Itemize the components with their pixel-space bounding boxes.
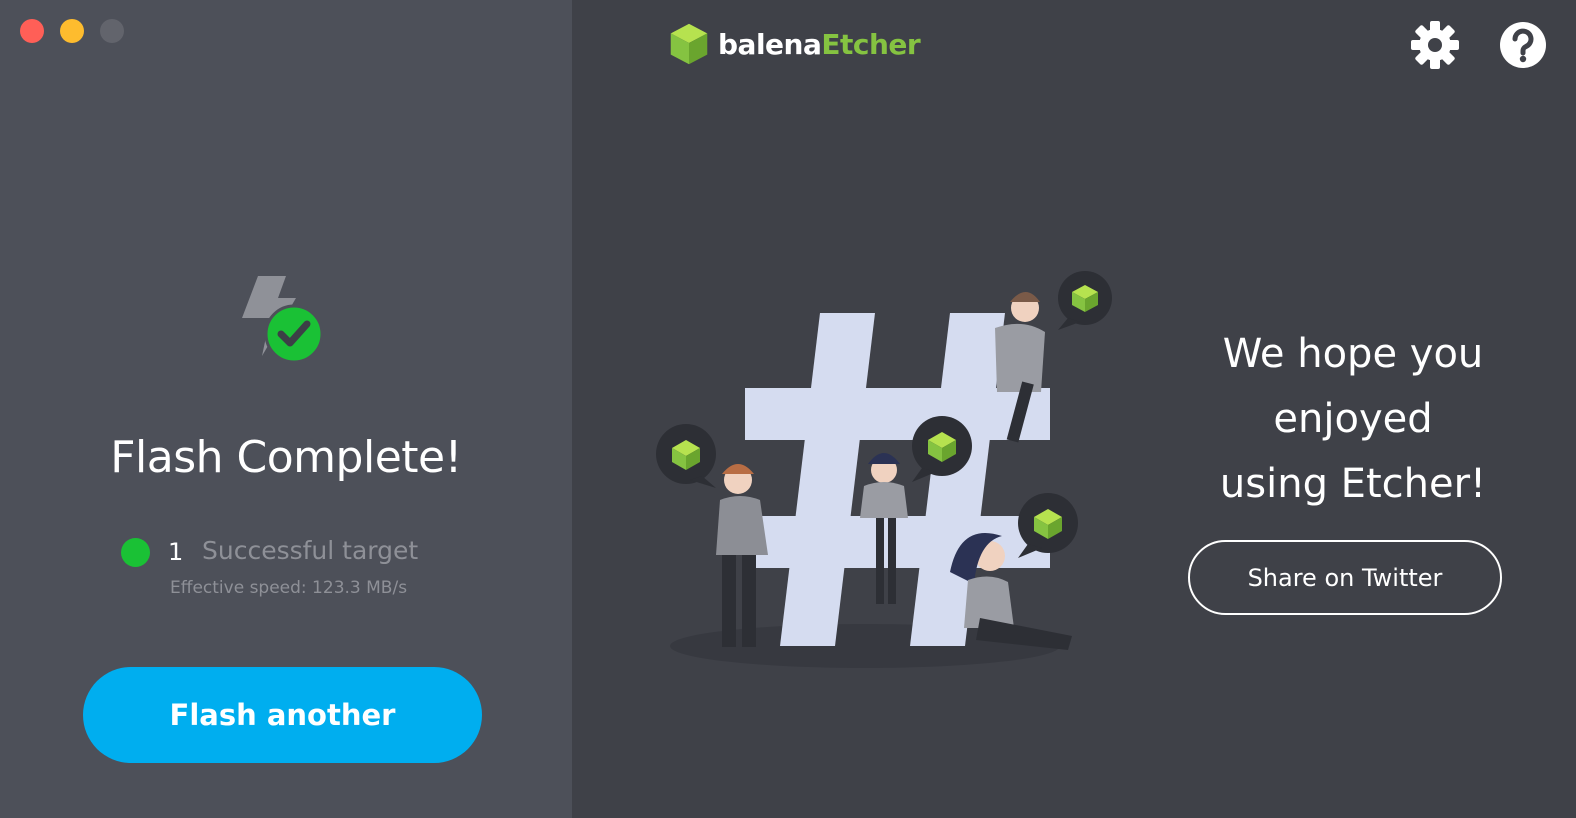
share-on-twitter-button[interactable]: Share on Twitter bbox=[1188, 540, 1502, 615]
thank-you-line-3: using Etcher! bbox=[1219, 461, 1487, 507]
balena-cube-icon bbox=[669, 22, 709, 66]
thank-you-message: We hope you enjoyed using Etcher! bbox=[1190, 322, 1516, 517]
window-close-button[interactable] bbox=[20, 19, 44, 43]
balena-etcher-logo: balena Etcher bbox=[668, 20, 921, 68]
thank-you-line-2: enjoyed bbox=[1273, 396, 1433, 442]
success-status-dot bbox=[121, 538, 150, 567]
gear-icon[interactable] bbox=[1410, 20, 1460, 70]
thank-you-line-1: We hope you bbox=[1222, 331, 1484, 377]
brand-name-etcher: Etcher bbox=[821, 27, 921, 61]
success-target-label: Successful target bbox=[202, 536, 419, 565]
window-maximize-button[interactable] bbox=[100, 19, 124, 43]
success-count: 1 bbox=[168, 538, 184, 566]
brand-name-balena: balena bbox=[718, 27, 822, 61]
left-panel: Flash Complete! 1 Successful target Effe… bbox=[0, 0, 572, 818]
effective-speed: Effective speed: 123.3 MB/s bbox=[170, 578, 408, 598]
flash-another-button[interactable]: Flash another bbox=[83, 667, 482, 763]
flash-complete-icon bbox=[242, 276, 324, 364]
flash-complete-title: Flash Complete! bbox=[110, 432, 462, 483]
window-minimize-button[interactable] bbox=[60, 19, 84, 43]
hashtag-people-illustration bbox=[656, 271, 1112, 668]
help-icon[interactable] bbox=[1498, 20, 1548, 70]
